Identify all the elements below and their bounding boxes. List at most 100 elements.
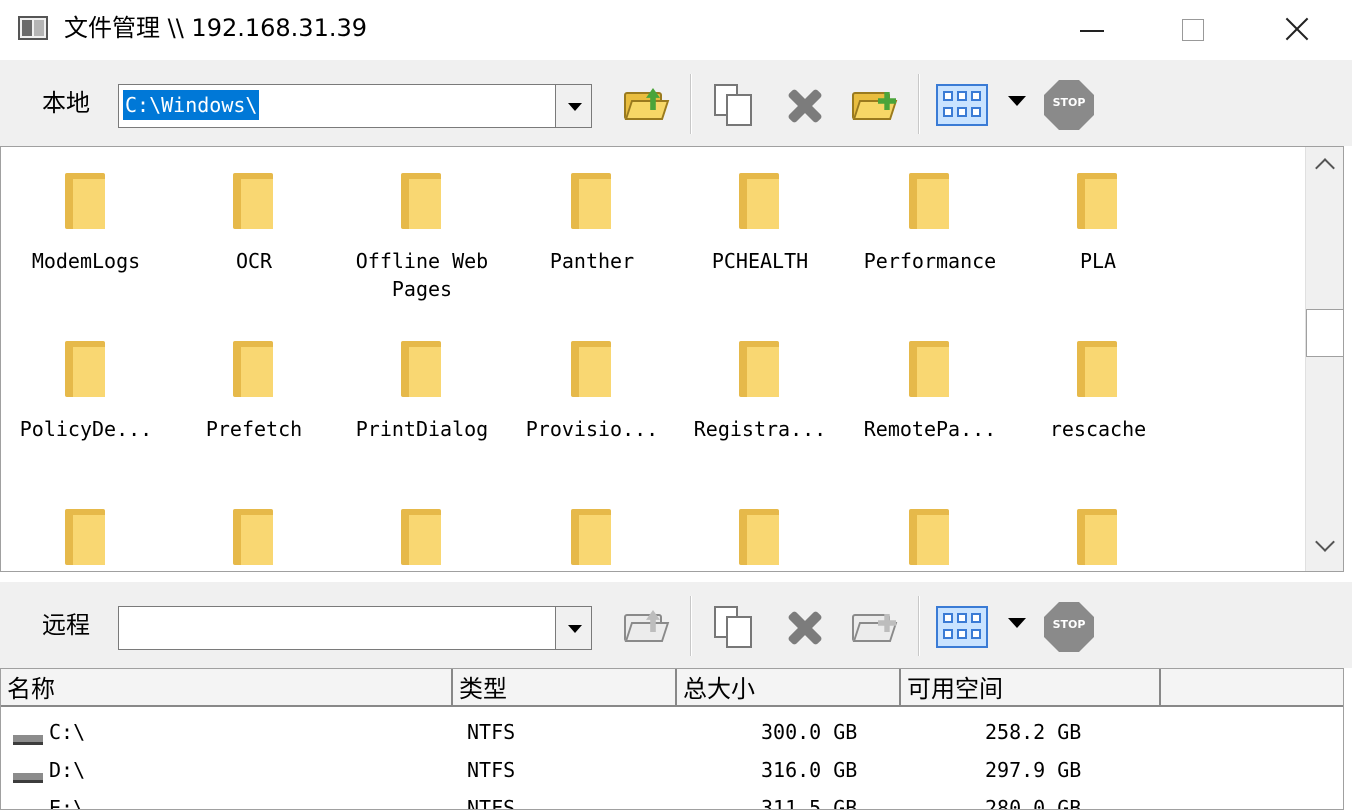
- maximize-button[interactable]: [1170, 8, 1216, 50]
- dropdown-arrow-icon: [1008, 618, 1026, 628]
- stop-icon: STOP: [1044, 602, 1094, 652]
- scroll-up-icon[interactable]: [1315, 158, 1335, 178]
- column-header-total-size[interactable]: 总大小: [677, 669, 901, 707]
- remote-new-folder-button[interactable]: [846, 600, 898, 652]
- folder-icon: [909, 509, 949, 565]
- remote-stop-button[interactable]: STOP: [1042, 600, 1094, 652]
- file-item[interactable]: Registra...: [675, 315, 845, 455]
- delete-icon: [782, 86, 824, 124]
- title-bar: 文件管理 \\ 192.168.31.39: [0, 0, 1352, 58]
- file-item[interactable]: [337, 483, 507, 571]
- file-item[interactable]: PrintDialog: [337, 315, 507, 455]
- remote-view-mode-button[interactable]: [934, 600, 988, 652]
- file-item[interactable]: ModemLogs: [1, 147, 171, 287]
- file-item[interactable]: [1, 483, 171, 571]
- drive-icon: [13, 735, 43, 745]
- file-name: rescache: [1049, 417, 1147, 441]
- folder-icon: [739, 341, 779, 397]
- file-item[interactable]: [1013, 483, 1183, 571]
- local-up-folder-button[interactable]: [618, 78, 670, 130]
- folder-icon: [401, 509, 441, 565]
- local-delete-button[interactable]: [776, 78, 828, 130]
- toolbar-separator: [690, 596, 692, 656]
- folder-icon: [65, 509, 105, 565]
- remote-view-dropdown-button[interactable]: [1008, 600, 1030, 652]
- column-header-free-space[interactable]: 可用空间: [901, 669, 1161, 707]
- local-copy-button[interactable]: [706, 78, 758, 130]
- file-name: RemotePa...: [863, 417, 997, 441]
- table-row[interactable]: C:\ NTFS 300.0 GB 258.2 GB: [1, 713, 1343, 751]
- file-name: Offline Web Pages: [355, 249, 489, 301]
- file-name: Performance: [863, 249, 997, 273]
- copy-icon: [714, 84, 754, 128]
- drive-name: D:\: [49, 758, 86, 782]
- new-folder-icon: [852, 610, 898, 642]
- file-name: Panther: [549, 249, 635, 273]
- folder-icon: [1077, 173, 1117, 229]
- remote-path-value[interactable]: [123, 612, 127, 642]
- drive-type: NTFS: [467, 720, 516, 744]
- folder-icon: [401, 173, 441, 229]
- local-view-dropdown-button[interactable]: [1008, 78, 1030, 130]
- file-item[interactable]: Prefetch: [169, 315, 339, 455]
- table-row[interactable]: E:\ NTFS 311.5 GB 280.0 GB: [1, 789, 1343, 810]
- stop-icon: STOP: [1044, 80, 1094, 130]
- remote-toolbar: 远程 STOP: [0, 582, 1352, 668]
- drive-total: 311.5 GB: [761, 796, 858, 810]
- file-item[interactable]: [169, 483, 339, 571]
- local-path-value[interactable]: C:\Windows\: [123, 90, 260, 120]
- folder-icon: [233, 173, 273, 229]
- file-item[interactable]: PCHEALTH: [675, 147, 845, 287]
- folder-icon: [65, 341, 105, 397]
- chevron-down-icon[interactable]: [555, 607, 591, 649]
- minimize-button[interactable]: [1068, 8, 1114, 50]
- file-item[interactable]: Panther: [507, 147, 677, 287]
- file-item[interactable]: PolicyDe...: [1, 315, 171, 455]
- folder-icon: [909, 341, 949, 397]
- file-item[interactable]: [507, 483, 677, 571]
- file-item[interactable]: Provisio...: [507, 315, 677, 455]
- folder-icon: [233, 509, 273, 565]
- file-item[interactable]: OCR: [169, 147, 339, 287]
- remote-up-folder-button[interactable]: [618, 600, 670, 652]
- chevron-down-icon[interactable]: [555, 85, 591, 127]
- drive-total: 300.0 GB: [761, 720, 858, 744]
- drive-table: 名称 类型 总大小 可用空间 C:\ NTFS 300.0 GB 258.2 G…: [0, 668, 1344, 810]
- remote-copy-button[interactable]: [706, 600, 758, 652]
- folder-icon: [401, 341, 441, 397]
- local-stop-button[interactable]: STOP: [1042, 78, 1094, 130]
- table-row[interactable]: D:\ NTFS 316.0 GB 297.9 GB: [1, 751, 1343, 789]
- local-path-combobox[interactable]: C:\Windows\: [118, 84, 592, 128]
- scroll-thumb[interactable]: [1306, 309, 1343, 357]
- local-view-mode-button[interactable]: [934, 78, 988, 130]
- close-button[interactable]: [1274, 8, 1320, 50]
- file-name: PrintDialog: [355, 417, 489, 441]
- column-header-type[interactable]: 类型: [453, 669, 677, 707]
- folder-icon: [233, 341, 273, 397]
- folder-icon: [571, 173, 611, 229]
- file-item[interactable]: [675, 483, 845, 571]
- file-item[interactable]: Offline Web Pages: [337, 147, 507, 301]
- folder-icon: [1077, 341, 1117, 397]
- drive-name: E:\: [49, 796, 86, 810]
- file-item[interactable]: [845, 483, 1015, 571]
- folder-icon: [65, 173, 105, 229]
- drive-name: C:\: [49, 720, 86, 744]
- file-name: PolicyDe...: [19, 417, 153, 441]
- drive-total: 316.0 GB: [761, 758, 858, 782]
- file-item[interactable]: Performance: [845, 147, 1015, 287]
- column-header-name[interactable]: 名称: [1, 669, 453, 707]
- vertical-scrollbar[interactable]: [1305, 147, 1343, 571]
- remote-path-combobox[interactable]: [118, 606, 592, 650]
- file-name: Prefetch: [205, 417, 303, 441]
- remote-delete-button[interactable]: [776, 600, 828, 652]
- folder-up-icon: [624, 610, 670, 642]
- file-item[interactable]: rescache: [1013, 315, 1183, 455]
- scroll-down-icon[interactable]: [1315, 532, 1335, 552]
- toolbar-separator: [918, 596, 920, 656]
- file-item[interactable]: PLA: [1013, 147, 1183, 287]
- local-new-folder-button[interactable]: [846, 78, 898, 130]
- file-item[interactable]: RemotePa...: [845, 315, 1015, 455]
- new-folder-icon: [852, 88, 898, 120]
- file-name: Registra...: [693, 417, 827, 441]
